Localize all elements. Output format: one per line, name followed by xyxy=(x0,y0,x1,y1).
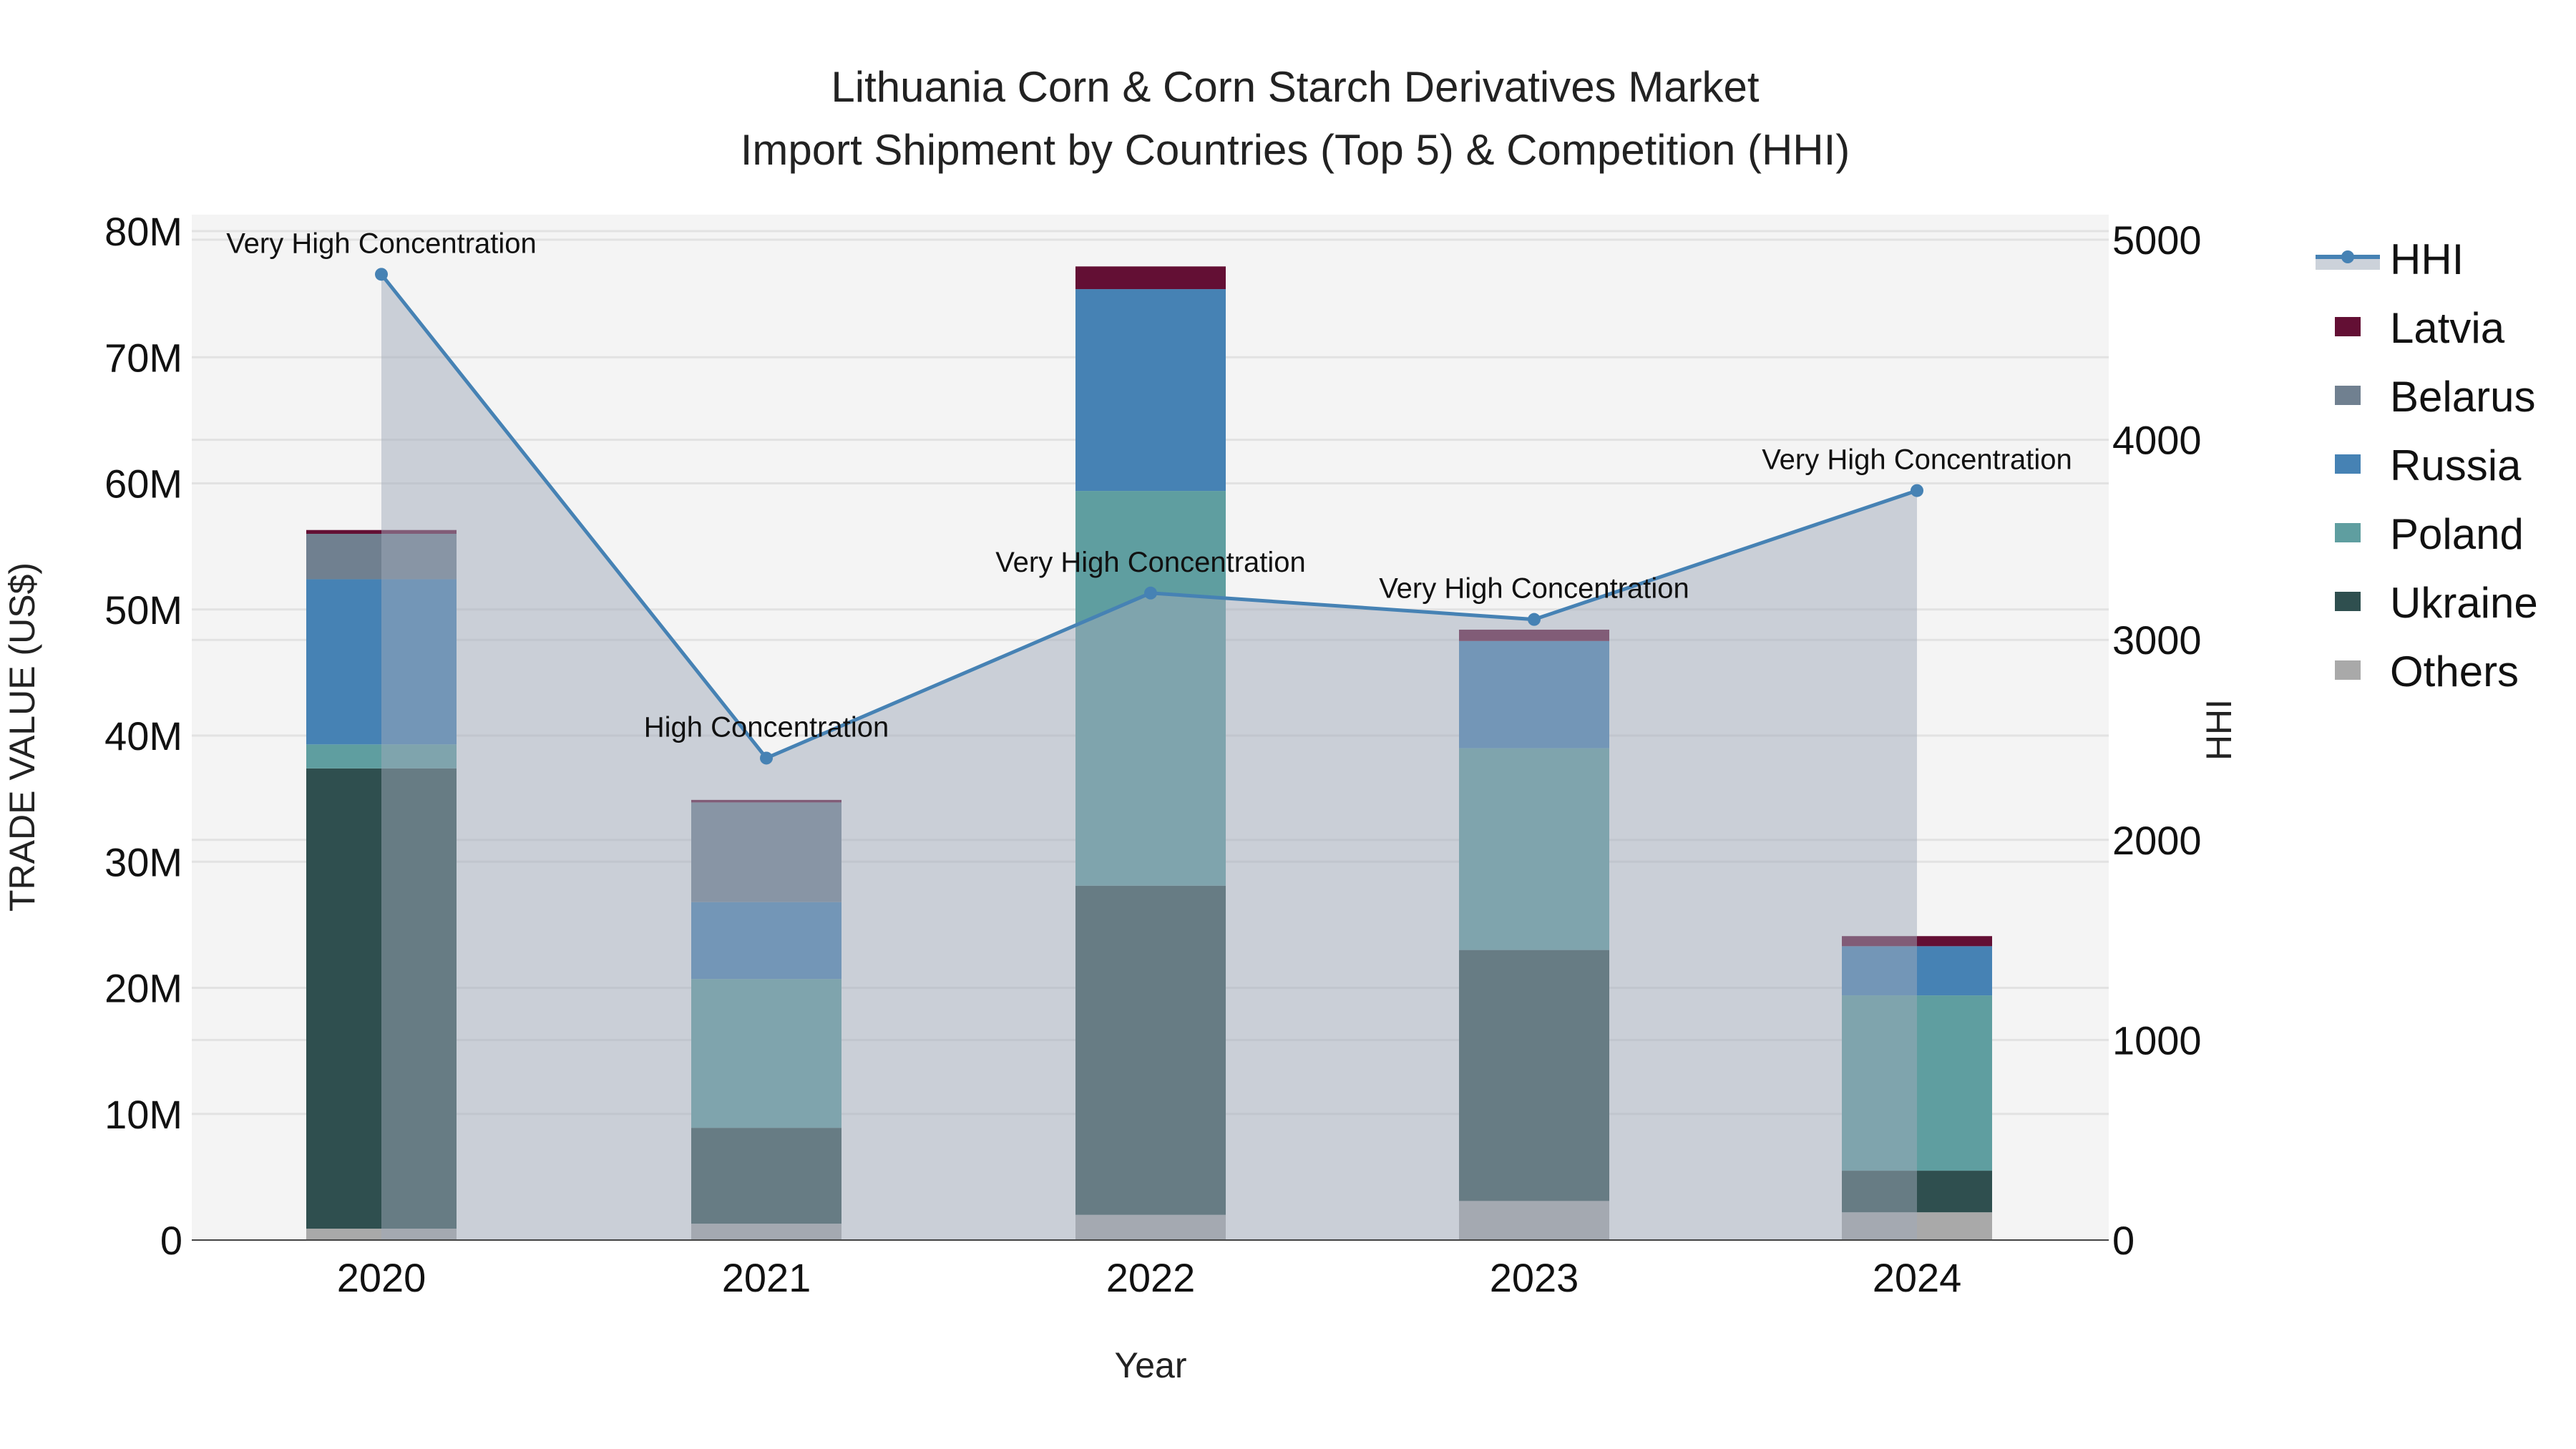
y2-tick-label: 0 xyxy=(2112,1218,2135,1263)
y-axis-title: TRADE VALUE (US$) xyxy=(2,562,42,912)
y-tick-label: 70M xyxy=(104,335,182,380)
hhi-annotation: Very High Concentration xyxy=(1762,444,2072,476)
legend-label-others[interactable]: Others xyxy=(2390,648,2519,696)
hhi-point[interactable] xyxy=(760,751,773,765)
bar-latvia-2022[interactable] xyxy=(1075,266,1226,290)
x-tick-label: 2022 xyxy=(1106,1255,1196,1300)
chart-subtitle: Import Shipment by Countries (Top 5) & C… xyxy=(741,126,1850,174)
hhi-point[interactable] xyxy=(1528,613,1541,626)
chart-title: Lithuania Corn & Corn Starch Derivatives… xyxy=(831,63,1760,111)
y-tick-label: 10M xyxy=(104,1092,182,1137)
y-tick-label: 0 xyxy=(160,1218,182,1263)
x-tick-label: 2020 xyxy=(337,1255,426,1300)
y-tick-label: 30M xyxy=(104,839,182,884)
x-tick-label: 2024 xyxy=(1873,1255,1962,1300)
x-tick-label: 2021 xyxy=(722,1255,811,1300)
x-tick-label: 2023 xyxy=(1490,1255,1579,1300)
legend-swatch-ukraine xyxy=(2335,592,2361,611)
legend-swatch-latvia xyxy=(2335,317,2361,336)
legend-label-belarus[interactable]: Belarus xyxy=(2390,373,2535,421)
hhi-annotation: Very High Concentration xyxy=(1379,573,1689,605)
bar-russia-2022[interactable] xyxy=(1075,289,1226,492)
legend-label-poland[interactable]: Poland xyxy=(2390,510,2524,558)
legend-label-hhi[interactable]: HHI xyxy=(2390,235,2464,283)
hhi-annotation: High Concentration xyxy=(644,711,889,743)
legend-swatch-others xyxy=(2335,660,2361,680)
y2-axis-title: HHI xyxy=(2199,699,2239,761)
legend-label-russia[interactable]: Russia xyxy=(2390,441,2522,489)
hhi-point[interactable] xyxy=(1911,484,1923,497)
hhi-point[interactable] xyxy=(1144,586,1157,600)
legend-label-ukraine[interactable]: Ukraine xyxy=(2390,579,2538,627)
y-tick-label: 40M xyxy=(104,713,182,758)
hhi-annotation: Very High Concentration xyxy=(226,228,537,259)
y2-tick-label: 2000 xyxy=(2112,818,2202,863)
chart: Very High Concentration High Concentratio… xyxy=(2,63,2538,1385)
legend-swatch-poland xyxy=(2335,523,2361,542)
y2-tick-label: 3000 xyxy=(2112,618,2202,663)
hhi-point[interactable] xyxy=(375,268,388,281)
legend-swatch-belarus xyxy=(2335,386,2361,405)
y-tick-label: 80M xyxy=(104,209,182,254)
y2-tick-label: 4000 xyxy=(2112,418,2202,463)
legend-hhi-marker-icon xyxy=(2341,250,2354,263)
y-tick-label: 20M xyxy=(104,966,182,1011)
legend-swatch-russia xyxy=(2335,454,2361,474)
y-tick-label: 60M xyxy=(104,462,182,507)
x-axis-title: Year xyxy=(1114,1345,1186,1385)
y-tick-label: 50M xyxy=(104,587,182,633)
y2-tick-label: 5000 xyxy=(2112,218,2202,263)
y2-tick-label: 1000 xyxy=(2112,1018,2202,1063)
hhi-annotation: Very High Concentration xyxy=(995,547,1306,578)
legend-label-latvia[interactable]: Latvia xyxy=(2390,304,2505,352)
